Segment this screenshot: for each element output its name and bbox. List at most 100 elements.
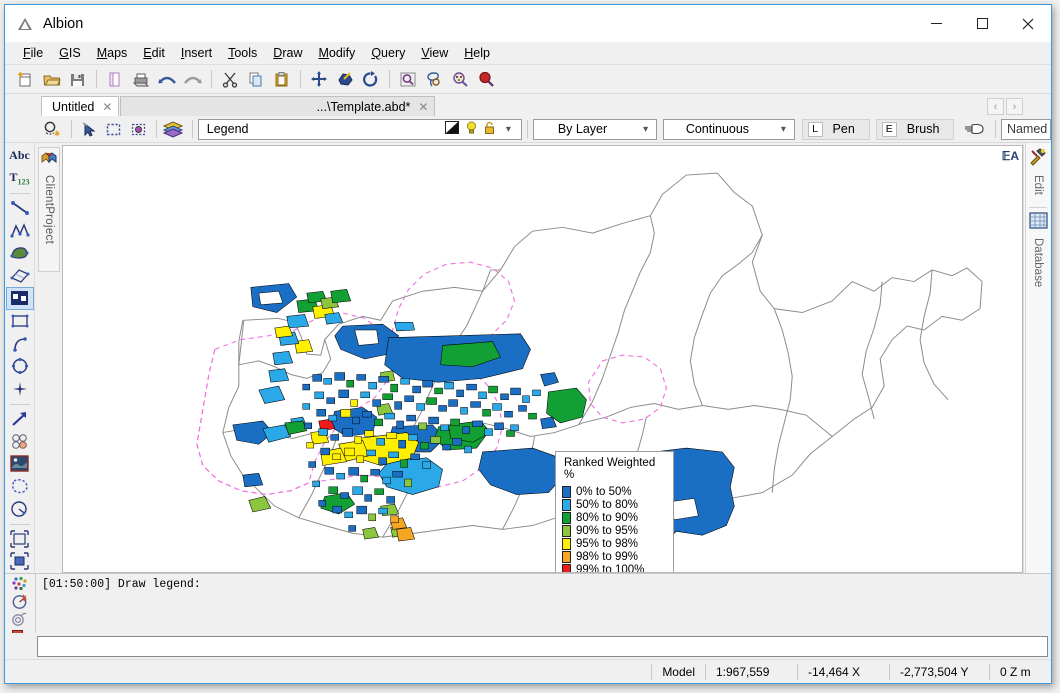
legend-label: 98% to 99%	[576, 550, 639, 563]
lock-icon[interactable]	[484, 121, 495, 138]
new-document-icon[interactable]	[13, 67, 38, 91]
brush-button[interactable]: E Brush	[875, 118, 955, 140]
fill-swatch-icon[interactable]	[444, 121, 459, 137]
rotate-icon[interactable]	[358, 67, 383, 91]
fit-frame-icon[interactable]	[7, 528, 33, 550]
font-size-aa-icon[interactable]: 𝔼A	[1002, 149, 1019, 163]
point-tool-icon[interactable]	[7, 378, 33, 400]
toolbar-separator	[211, 70, 212, 88]
undo-icon[interactable]	[154, 67, 179, 91]
sidebar-tab-clientproject[interactable]: ClientProject	[38, 147, 60, 272]
menu-modify[interactable]: Modify	[310, 44, 363, 62]
marquee-select-icon[interactable]	[102, 117, 126, 141]
node-frame-icon[interactable]	[7, 550, 33, 572]
menu-edit[interactable]: Edit	[135, 44, 173, 62]
arc-tool-icon[interactable]	[7, 333, 33, 355]
circles-grid-icon[interactable]	[7, 430, 33, 452]
tab-next-button[interactable]: ›	[1006, 98, 1023, 115]
polygon-region-icon[interactable]	[7, 242, 33, 264]
right-dock-label-database[interactable]: Database	[1032, 238, 1044, 287]
menu-maps[interactable]: Maps	[89, 44, 136, 62]
close-button[interactable]	[1005, 5, 1051, 42]
pen-key: L	[807, 121, 823, 137]
command-row	[5, 633, 1051, 659]
layers-stack-icon[interactable]	[162, 117, 186, 141]
menu-draw[interactable]: Draw	[265, 44, 310, 62]
query-select-icon[interactable]	[41, 117, 65, 141]
continuous-value: Continuous	[685, 122, 750, 136]
by-layer-combo[interactable]: By Layer ▾	[532, 118, 658, 140]
pen-label: Pen	[832, 122, 855, 136]
menu-tools[interactable]: Tools	[220, 44, 265, 62]
rectangle-tool-icon[interactable]	[7, 310, 33, 332]
text-label-icon[interactable]: T123	[7, 168, 33, 190]
menu-help[interactable]: Help	[456, 44, 498, 62]
select-shape-icon[interactable]	[332, 67, 357, 91]
menu-file[interactable]: File	[15, 44, 51, 62]
open-folder-icon[interactable]	[39, 67, 64, 91]
menu-view[interactable]: View	[413, 44, 456, 62]
command-input[interactable]	[37, 635, 1048, 657]
legend-swatch	[562, 485, 571, 498]
pen-button[interactable]: L Pen	[801, 118, 870, 140]
zoom-select-icon[interactable]	[473, 67, 498, 91]
dashed-selection-icon[interactable]	[7, 476, 33, 498]
tab-close-icon[interactable]: ✕	[418, 100, 428, 114]
copy-icon[interactable]	[243, 67, 268, 91]
tools-hammer-icon[interactable]	[1029, 148, 1047, 171]
menu-insert[interactable]: Insert	[173, 44, 220, 62]
continuous-combo[interactable]: Continuous ▾	[662, 118, 795, 140]
status-x: -14,464 X	[797, 663, 889, 680]
symbol-cell-icon[interactable]	[5, 286, 34, 311]
dial-clock-icon[interactable]	[7, 593, 33, 610]
paste-clipboard-icon[interactable]	[269, 67, 294, 91]
map-canvas[interactable]: Ranked Weighted % 0% to 50% 50% to 80% 8…	[62, 145, 1023, 573]
text-abc-icon[interactable]: Abc	[7, 145, 33, 167]
tab-untitled[interactable]: Untitled ✕	[41, 96, 120, 116]
status-mode[interactable]: Model	[651, 663, 705, 680]
object-select-icon[interactable]	[126, 117, 150, 141]
named-style-input[interactable]: Named	[1000, 118, 1051, 140]
redo-icon[interactable]	[180, 67, 205, 91]
zoom-previous-icon[interactable]	[447, 67, 472, 91]
map-legend-box[interactable]: Ranked Weighted % 0% to 50% 50% to 80% 8…	[555, 451, 674, 573]
cut-scissors-icon[interactable]	[217, 67, 242, 91]
line-tool-icon[interactable]	[7, 197, 33, 219]
chevron-down-icon[interactable]: ▾	[639, 124, 652, 135]
zoom-window-icon[interactable]	[395, 67, 420, 91]
parallelogram-tool-icon[interactable]	[7, 265, 33, 287]
circle-tool-icon[interactable]	[7, 356, 33, 378]
chevron-down-icon[interactable]: ▾	[777, 124, 790, 135]
menu-query[interactable]: Query	[363, 44, 413, 62]
arrow-tool-icon[interactable]	[7, 408, 33, 430]
toolbar-separator	[526, 120, 528, 138]
minimize-button[interactable]	[913, 5, 959, 42]
pointer-arrow-icon[interactable]	[77, 117, 101, 141]
tab-template[interactable]: ...\Template.abd* ✕	[120, 96, 436, 116]
legend-label: 99% to 100%	[576, 563, 645, 573]
workspace: Abc T123 ClientProject Ranked Weighted %…	[5, 143, 1051, 573]
chevron-down-icon[interactable]: ▾	[502, 124, 515, 135]
pan-move-icon[interactable]	[306, 67, 331, 91]
print-icon[interactable]	[128, 67, 153, 91]
toolbar-separator	[9, 193, 30, 195]
tab-prev-button[interactable]: ‹	[987, 98, 1004, 115]
save-disk-icon[interactable]	[65, 67, 90, 91]
database-grid-icon[interactable]	[1028, 212, 1048, 234]
page-setup-icon[interactable]	[102, 67, 127, 91]
scatter-dots-icon[interactable]	[7, 576, 33, 592]
zoom-lasso-icon[interactable]	[421, 67, 446, 91]
lightbulb-icon[interactable]	[466, 121, 477, 138]
pointing-hand-icon[interactable]	[960, 117, 989, 141]
menu-gis[interactable]: GIS	[51, 44, 89, 62]
status-scale[interactable]: 1:967,559	[705, 663, 797, 680]
dial-measure-icon[interactable]	[7, 498, 33, 520]
app-root: Albion File GIS Maps Edit Insert Tools D…	[0, 0, 1060, 693]
maximize-button[interactable]	[959, 5, 1005, 42]
polyline-tool-icon[interactable]	[7, 220, 33, 242]
tab-close-icon[interactable]: ✕	[102, 100, 112, 114]
right-dock-label-edit[interactable]: Edit	[1032, 175, 1044, 195]
snail-spiral-icon[interactable]	[7, 611, 33, 628]
legend-name-combo[interactable]: Legend ▾	[197, 118, 522, 140]
raster-image-icon[interactable]	[7, 453, 33, 475]
